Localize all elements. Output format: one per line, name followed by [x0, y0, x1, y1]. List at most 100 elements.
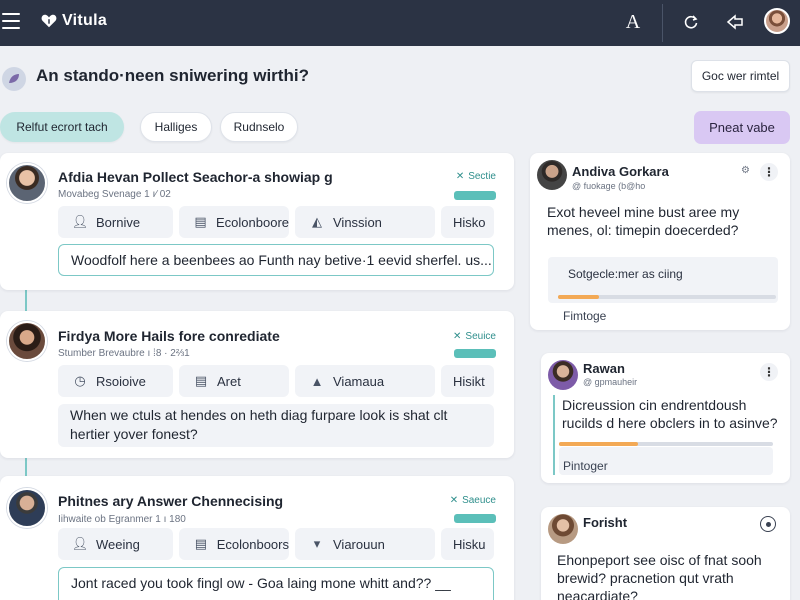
user-icon: 👤︎ [71, 214, 89, 229]
action-button[interactable]: ▾ Viarouun [295, 528, 435, 560]
poll-label: Sotgecle:mer as ciing [568, 267, 683, 281]
badge-bar [454, 514, 496, 523]
avatar[interactable] [7, 488, 47, 528]
feed-card: Afdia Hevan Pollect Seachor-a showiap g … [0, 153, 514, 290]
brand-name: Vitula [62, 12, 108, 29]
action-label: Bornive [96, 214, 141, 230]
triangle-icon: ▲ [310, 373, 324, 389]
page-title: An stando·neen sniwering wirthi? [36, 66, 309, 85]
feed-card: Firdya More Hails fore conrediate Stumbe… [0, 311, 514, 458]
sidebar-card: Rawan @ gpmauheir ⋮ Dicreussion cin endr… [541, 353, 790, 483]
card-meta: Movabeg Svenage 1 ı∕ 02 [58, 189, 171, 200]
poll-fill [558, 295, 600, 299]
poll-track [558, 295, 776, 299]
action-button[interactable]: ▤ Ecolonboors [179, 528, 289, 560]
refresh-icon[interactable] [678, 9, 704, 35]
logo[interactable]: Vitula [40, 12, 107, 30]
triangle-icon: ◭ [312, 214, 322, 229]
badge-bar [454, 191, 496, 200]
status-badge: ✕ Saeuce [450, 495, 496, 506]
answer-input[interactable]: Jont raced you took fingl ow - Goa laing… [58, 567, 494, 600]
sidebar-user-name[interactable]: Rawan [583, 361, 625, 376]
box-icon: ▤ [194, 214, 207, 229]
action-label: Ecolonboors [216, 536, 289, 552]
divider [662, 4, 663, 42]
sidebar-user-name[interactable]: Andiva Gorkara [572, 164, 669, 179]
card-meta: Iihwaite ob Egranmer 1 ı 180 [58, 514, 186, 525]
feed-card: Phitnes ary Answer Chennecising Iihwaite… [0, 476, 514, 600]
avatar[interactable] [7, 163, 47, 203]
status-badge: ✕ Sectie [456, 171, 496, 182]
sidebar-user-handle: @ gpmauheir [583, 377, 638, 387]
action-label: Ecolonboore [216, 214, 289, 230]
menu-icon[interactable] [2, 13, 20, 29]
filter-chip[interactable]: Rudnselo [220, 112, 298, 142]
action-button[interactable]: ▲ Viamaua [295, 365, 435, 397]
more-icon[interactable]: ⋮ [760, 163, 778, 181]
badge-check-icon: ✕ [455, 171, 465, 182]
card-title[interactable]: Firdya More Hails fore conrediate [58, 328, 280, 344]
action-label: Hisko [453, 214, 486, 230]
box-icon: ▤ [194, 536, 207, 551]
action-button[interactable]: Hisikt [441, 365, 494, 397]
answer-input[interactable]: Woodfolf here a beenbees ao Funth nay be… [58, 244, 494, 276]
action-button[interactable]: Hisku [441, 528, 494, 560]
share-icon[interactable] [722, 9, 748, 35]
avatar[interactable] [548, 514, 578, 544]
filter-chip[interactable]: Relfut ecrort tach [0, 112, 124, 142]
action-button[interactable]: 👤︎ Bornive [58, 206, 173, 238]
refresh-glyph-icon [684, 15, 698, 29]
target-icon[interactable] [760, 516, 776, 532]
action-button[interactable]: ◭ Vinssion [295, 206, 435, 238]
avatar[interactable] [537, 160, 567, 190]
poll-footer: Fimtoge [563, 309, 607, 323]
box-icon: ▤ [194, 373, 208, 388]
card-title[interactable]: Afdia Hevan Pollect Seachor-a showiap g [58, 169, 333, 185]
post-button[interactable]: Pneat vabe [694, 111, 790, 144]
action-button[interactable]: Hisko [441, 206, 494, 238]
action-button[interactable]: ▤ Aret [179, 365, 289, 397]
sidebar-user-name[interactable]: Forisht [583, 515, 627, 530]
get-button[interactable]: Goc wer rimtel [691, 60, 790, 92]
top-bar: Vitula A [0, 0, 800, 46]
sidebar-question[interactable]: Ehonpeport see oisc of fnat sooh brewid?… [557, 551, 785, 600]
font-size-icon[interactable]: A [620, 9, 646, 35]
sidebar-question[interactable]: Exot heveel mine bust aree my menes, ol:… [547, 203, 777, 239]
poll-footer: Pintoger [563, 459, 608, 473]
settings-icon[interactable]: ⚙ [741, 165, 750, 176]
badge-bar [454, 349, 496, 358]
triangle-icon: ▾ [313, 536, 321, 551]
card-meta: Stumber Brevaubre ı ⁞8 · 2⅔1 [58, 348, 190, 359]
user-avatar[interactable] [764, 8, 790, 34]
avatar[interactable] [7, 321, 47, 361]
filter-chip[interactable]: Halliges [140, 112, 212, 142]
action-label: Hisikt [453, 373, 485, 389]
status-badge: ✕ Seuice [453, 331, 496, 342]
action-label: Rsoioive [96, 373, 146, 389]
badge-label: Saeuce [462, 495, 496, 506]
poll-fill [559, 442, 639, 446]
user-icon: 👤︎ [71, 536, 89, 551]
action-button[interactable]: ◷ Rsoioive [58, 365, 173, 397]
heart-logo-icon [41, 14, 57, 28]
thread-line [553, 395, 555, 475]
action-label: Weeing [96, 536, 140, 552]
badge-check-icon: ✕ [449, 495, 459, 506]
avatar[interactable] [548, 360, 578, 390]
poll-option[interactable]: Sotgecle:mer as ciing [548, 257, 778, 303]
more-icon[interactable]: ⋮ [760, 363, 778, 381]
leaf-icon [9, 74, 19, 83]
action-label: Viarouun [333, 536, 385, 552]
answer-text[interactable]: When we ctuls at hendes on heth diag fur… [58, 404, 494, 447]
card-title[interactable]: Phitnes ary Answer Chennecising [58, 493, 283, 509]
action-bar: 👤︎ Weeing ▤ Ecolonboors ▾ Viarouun Hisku [58, 528, 494, 560]
share-glyph-icon [726, 14, 743, 30]
action-button[interactable]: 👤︎ Weeing [58, 528, 173, 560]
action-label: Hisku [453, 536, 486, 552]
action-button[interactable]: ▤ Ecolonboore [179, 206, 289, 238]
user-icon: ◷ [74, 373, 86, 388]
action-label: Viamaua [333, 373, 385, 389]
badge-check-icon: ✕ [453, 331, 462, 342]
sidebar-question[interactable]: Dicreussion cin endrentdoush rucilds d h… [562, 396, 784, 432]
topic-icon [2, 67, 26, 91]
